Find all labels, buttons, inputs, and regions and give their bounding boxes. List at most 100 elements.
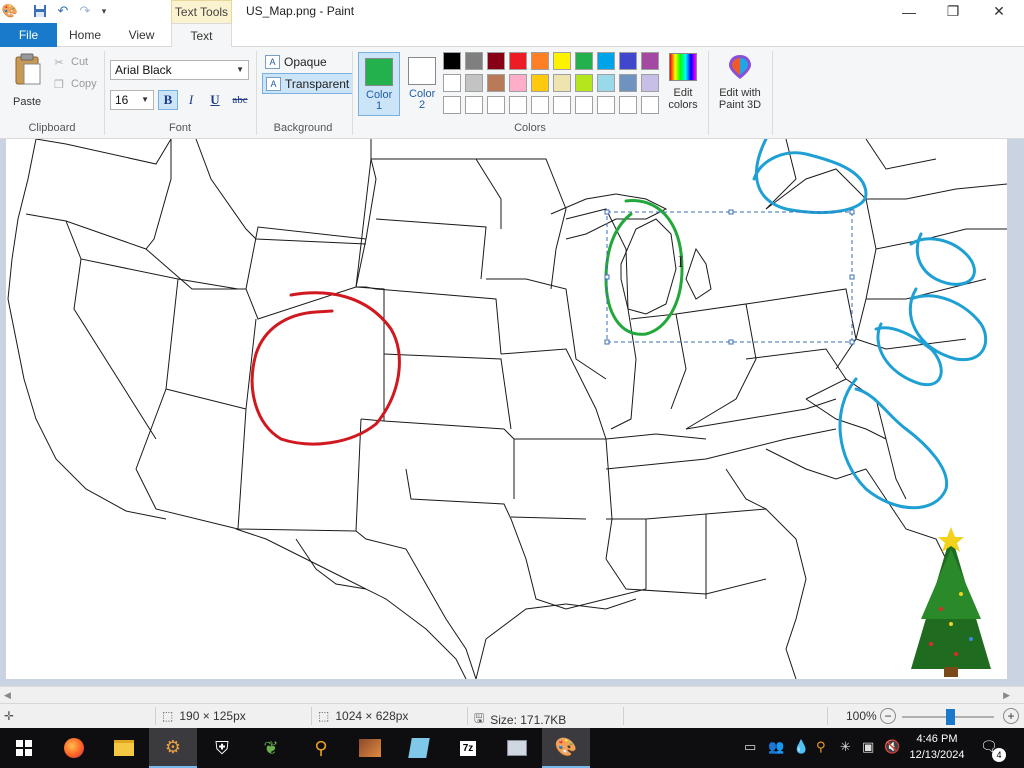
color2-button[interactable]: Color 2 [401, 52, 443, 116]
palette-color-swatch[interactable] [531, 96, 549, 114]
palette-color-swatch[interactable] [575, 96, 593, 114]
palette-color-swatch[interactable] [553, 52, 571, 70]
palette-color-swatch[interactable] [641, 74, 659, 92]
palette-color-swatch[interactable] [509, 52, 527, 70]
palette-color-swatch[interactable] [443, 74, 461, 92]
firefox-icon[interactable] [50, 728, 98, 768]
settings-app-icon[interactable]: ⚙ [149, 728, 197, 768]
undo-icon[interactable]: ↶ [55, 3, 71, 19]
palette-color-swatch[interactable] [465, 74, 483, 92]
map-state-border [725, 468, 767, 510]
status-divider [155, 707, 156, 725]
christmas-tree-image [911, 527, 991, 677]
palette-color-swatch[interactable] [487, 52, 505, 70]
drawing-canvas[interactable]: I [6, 139, 1007, 679]
zoom-in-button[interactable]: + [1003, 708, 1019, 724]
palette-color-swatch[interactable] [553, 74, 571, 92]
palette-color-swatch[interactable] [619, 96, 637, 114]
map-state-border [605, 558, 767, 595]
strikethrough-button[interactable]: abc [228, 90, 252, 110]
palette-color-swatch[interactable] [575, 52, 593, 70]
ebook-app-icon[interactable] [395, 728, 443, 768]
7zip-icon[interactable]: 7z [444, 728, 492, 768]
palette-color-swatch[interactable] [619, 52, 637, 70]
text-tools-context-label: Text Tools [171, 0, 232, 23]
plant-app-icon[interactable]: ❦ [247, 728, 295, 768]
map-state-border [765, 139, 797, 210]
close-button[interactable]: ✕ [976, 0, 1022, 23]
palette-color-swatch[interactable] [509, 74, 527, 92]
map-state-border [383, 353, 512, 430]
droplet-icon[interactable]: 💧 [793, 739, 809, 755]
palette-color-swatch[interactable] [531, 74, 549, 92]
palette-color-swatch[interactable] [509, 96, 527, 114]
horizontal-scrollbar[interactable]: ◀ ▶ [0, 686, 1024, 703]
search-magnifier-icon[interactable]: ⚲ [297, 728, 345, 768]
palette-color-swatch[interactable] [641, 96, 659, 114]
palette-color-swatch[interactable] [487, 74, 505, 92]
system-clock[interactable]: 4:46 PM 12/13/2024 [902, 731, 972, 763]
minimize-button[interactable]: — [886, 0, 932, 23]
italic-button[interactable]: I [181, 90, 201, 110]
palette-color-swatch[interactable] [619, 74, 637, 92]
tab-text[interactable]: Text [171, 23, 232, 48]
palette-color-swatch[interactable] [597, 96, 615, 114]
sun-icon[interactable]: ✳ [840, 739, 851, 755]
map-state-border [606, 518, 647, 589]
tablet-icon[interactable]: ▭ [744, 739, 756, 755]
underline-button[interactable]: U [205, 90, 225, 110]
opaque-button[interactable]: A Opaque [262, 51, 330, 72]
text-cursor-icon: I [678, 254, 683, 271]
volume-muted-icon[interactable]: 🔇 [884, 739, 900, 755]
paint-app-icon[interactable]: 🎨 [2, 3, 18, 19]
palette-color-swatch[interactable] [487, 96, 505, 114]
palette-color-swatch[interactable] [597, 74, 615, 92]
security-shield-icon[interactable]: ⛨ [198, 728, 246, 768]
palette-color-swatch[interactable] [443, 96, 461, 114]
customize-toolbar-icon[interactable]: ▾ [96, 3, 112, 19]
maximize-button[interactable]: ❐ [930, 0, 976, 23]
start-button[interactable] [0, 728, 48, 768]
palette-color-swatch[interactable] [553, 96, 571, 114]
palette-color-swatch[interactable] [597, 52, 615, 70]
scroll-left-icon[interactable]: ◀ [4, 690, 11, 701]
map-state-border [195, 139, 367, 245]
opaque-icon: A [265, 54, 280, 69]
palette-color-swatch[interactable] [465, 96, 483, 114]
map-mexico-border [235, 528, 467, 679]
tab-file[interactable]: File [0, 23, 57, 47]
scroll-right-icon[interactable]: ▶ [1003, 690, 1010, 701]
people-icon[interactable]: 👥 [768, 739, 784, 755]
group-divider [772, 51, 773, 135]
edit-with-paint3d-button[interactable]: Edit with Paint 3D [712, 53, 768, 111]
image-app-icon[interactable] [346, 728, 394, 768]
font-size-select[interactable]: 16 ▼ [110, 90, 154, 110]
file-explorer-icon[interactable] [100, 728, 148, 768]
paint-taskbar-icon[interactable]: 🎨 [542, 728, 590, 768]
zoom-slider-thumb[interactable] [946, 709, 955, 725]
cut-button[interactable]: ✂ Cut [52, 53, 88, 71]
transparent-button[interactable]: A Transparent [262, 73, 354, 94]
palette-color-swatch[interactable] [641, 52, 659, 70]
bold-button[interactable]: B [158, 90, 178, 110]
font-family-select[interactable]: Arial Black ▼ [110, 60, 249, 80]
palette-color-swatch[interactable] [465, 52, 483, 70]
tab-home[interactable]: Home [57, 23, 113, 47]
copy-button[interactable]: ❐ Copy [52, 75, 97, 93]
edit-colors-button[interactable]: Edit colors [664, 53, 702, 111]
notification-count-badge: 4 [992, 748, 1006, 762]
map-state-border [73, 258, 157, 440]
paste-button[interactable]: Paste [8, 53, 46, 108]
network-app-icon[interactable] [493, 728, 541, 768]
save-icon[interactable] [32, 3, 48, 19]
tab-view[interactable]: View [113, 23, 170, 47]
redo-icon[interactable]: ↷ [77, 3, 93, 19]
zoom-out-button[interactable]: − [880, 708, 896, 724]
ribbon: Paste ✂ Cut ❐ Copy Clipboard Arial Black… [0, 47, 1024, 139]
palette-color-swatch[interactable] [575, 74, 593, 92]
color1-button[interactable]: Color 1 [358, 52, 400, 116]
palette-color-swatch[interactable] [443, 52, 461, 70]
palette-color-swatch[interactable] [531, 52, 549, 70]
network-icon[interactable]: ▣ [862, 739, 874, 755]
search-tray-icon[interactable]: ⚲ [816, 739, 826, 755]
